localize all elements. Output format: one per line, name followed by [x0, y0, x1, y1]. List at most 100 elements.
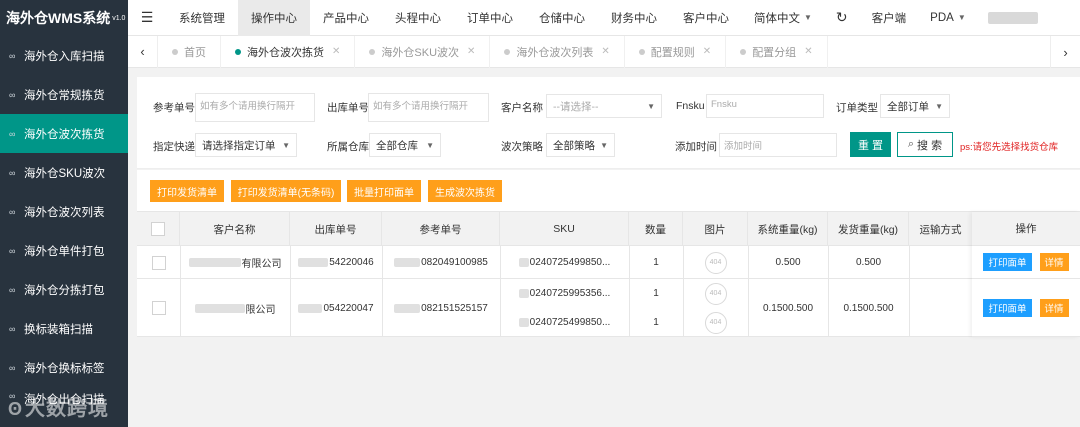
print-list-button[interactable]: 打印发货清单 — [150, 180, 224, 202]
customer-text: 有限公司 — [241, 259, 282, 270]
tab-label: 海外仓波次列表 — [516, 46, 594, 59]
close-icon[interactable]: ✕ — [601, 46, 609, 57]
express-select[interactable]: 请选择指定订单 ▼ — [195, 133, 297, 157]
grid-line — [500, 246, 501, 337]
sidebar-item-label: 海外仓波次拣货 — [24, 128, 105, 141]
ref-no-label: 参考单号 — [153, 102, 195, 114]
user-avatar[interactable] — [987, 11, 1038, 24]
add-time-label: 添加时间 — [675, 141, 717, 153]
customer-select[interactable]: --请选择-- ▼ — [546, 94, 662, 118]
link-icon: ∞ — [9, 128, 16, 139]
tab-scroll-right-icon[interactable]: › — [1050, 36, 1080, 68]
nav-item-system[interactable]: 系统管理 — [166, 0, 238, 36]
tab-home[interactable]: 首页 — [158, 35, 221, 68]
image-placeholder-icon[interactable]: 404 — [704, 282, 727, 305]
nav-item-storage[interactable]: 仓储中心 — [526, 0, 598, 36]
warehouse-label: 所属仓库 — [327, 141, 369, 153]
table-row: 限公司 054220047 082151525157 0240725995356… — [137, 279, 1080, 337]
client-link[interactable]: 客户端 — [860, 0, 919, 36]
nav-item-order[interactable]: 订单中心 — [454, 0, 526, 36]
sidebar: 海外仓WMS系统 v1.0 ∞ 海外仓入库扫描 ∞ 海外仓常规拣货 ∞ 海外仓波次拣货 … — [0, 0, 128, 427]
print-label-button[interactable]: 打印面单 — [983, 253, 1032, 271]
tab-label: 配置分组 — [752, 46, 797, 59]
language-label: 简体中文 — [754, 12, 800, 25]
link-icon: ∞ — [9, 284, 16, 295]
sidebar-item-label: 海外仓入库扫描 — [24, 50, 105, 63]
add-time-input[interactable]: 添加时间 — [719, 133, 837, 157]
nav-item-customer[interactable]: 客户中心 — [670, 0, 742, 36]
sidebar-item-wave-list[interactable]: ∞ 海外仓波次列表 — [0, 192, 128, 231]
redacted-block — [298, 258, 329, 267]
language-select[interactable]: 简体中文 ▼ — [742, 0, 824, 36]
close-icon[interactable]: ✕ — [467, 46, 475, 57]
warehouse-select[interactable]: 全部仓库 ▼ — [369, 133, 441, 157]
tab-dot-icon — [235, 48, 241, 55]
grid-line — [382, 246, 383, 337]
sidebar-item-label: 海外仓换标标签 — [24, 362, 105, 375]
sidebar-item-sku-wave[interactable]: ∞ 海外仓SKU波次 — [0, 153, 128, 192]
grid-line — [909, 246, 910, 337]
cell-qty: 1 — [653, 288, 659, 299]
tab-wave-picking[interactable]: 海外仓波次拣货 ✕ — [221, 35, 356, 68]
grid-line — [290, 246, 291, 337]
nav-item-finance[interactable]: 财务中心 — [598, 0, 670, 36]
redacted-block — [194, 303, 245, 313]
outbound-text: 054220047 — [323, 302, 374, 314]
refresh-icon[interactable]: ↻ — [824, 9, 860, 26]
sidebar-item-relabel-label[interactable]: ∞ 海外仓换标标签 — [0, 348, 128, 387]
sidebar-item-regular-picking[interactable]: ∞ 海外仓常规拣货 — [0, 75, 128, 114]
sku-text: 0240725499850... — [529, 257, 611, 268]
tab-config-rules[interactable]: 配置规则 ✕ — [625, 35, 727, 68]
reset-button[interactable]: 重 置 — [850, 132, 891, 157]
sidebar-item-single-pack[interactable]: ∞ 海外仓单件打包 — [0, 231, 128, 270]
nav-item-operation[interactable]: 操作中心 — [238, 0, 310, 36]
close-icon[interactable]: ✕ — [332, 46, 340, 57]
row-checkbox[interactable] — [151, 255, 166, 270]
col-sku: SKU — [500, 212, 629, 246]
search-button[interactable]: ⌕ 搜 索 — [897, 132, 953, 157]
tab-scroll-left-icon[interactable]: ‹ — [128, 35, 158, 68]
redacted-block — [298, 303, 323, 313]
cell-ref: 082049100985 — [382, 246, 500, 279]
ref-no-input[interactable]: 如有多个请用换行隔开 — [195, 93, 315, 122]
outbound-no-input[interactable]: 如有多个请用换行隔开 — [368, 93, 489, 122]
print-label-button[interactable]: 打印面单 — [983, 298, 1032, 317]
nav-item-firstleg[interactable]: 头程中心 — [382, 0, 454, 36]
table-header: 客户名称 出库单号 参考单号 SKU 数量 图片 系统重量(kg) 发货重量(k… — [137, 212, 1080, 246]
chevron-down-icon: ▼ — [600, 140, 608, 150]
order-type-value: 全部订单 — [887, 100, 929, 113]
sku-text: 0240725995356... — [529, 288, 611, 299]
detail-button[interactable]: 详情 — [1039, 298, 1069, 317]
tab-dot-icon — [172, 48, 178, 55]
print-list-nobarcode-button[interactable]: 打印发货清单(无条码) — [231, 180, 341, 202]
menu-toggle-icon[interactable]: ☰ — [128, 9, 166, 26]
sidebar-item-wave-picking[interactable]: ∞ 海外仓波次拣货 — [0, 114, 128, 153]
customer-label: 客户名称 — [501, 102, 543, 114]
tab-sku-wave[interactable]: 海外仓SKU波次 ✕ — [355, 35, 491, 68]
sidebar-item-relabel-scan[interactable]: ∞ 换标装箱扫描 — [0, 309, 128, 348]
close-icon[interactable]: ✕ — [804, 46, 812, 57]
grid-line — [629, 246, 630, 337]
generate-wave-button[interactable]: 生成波次拣货 — [428, 180, 502, 202]
tab-config-groups[interactable]: 配置分组 ✕ — [726, 35, 828, 68]
cell-qty: 1 — [653, 257, 659, 268]
image-placeholder-icon[interactable]: 404 — [704, 311, 727, 334]
select-all-checkbox[interactable] — [151, 222, 165, 236]
strategy-select[interactable]: 全部策略 ▼ — [546, 133, 615, 157]
image-placeholder-icon[interactable]: 404 — [704, 251, 727, 274]
watermark: ʘ 大数跨境 — [8, 392, 109, 421]
row-checkbox[interactable] — [151, 301, 166, 315]
order-type-select[interactable]: 全部订单 ▼ — [880, 94, 950, 118]
detail-button[interactable]: 详情 — [1039, 253, 1069, 271]
close-icon[interactable]: ✕ — [703, 46, 711, 57]
sidebar-item-inbound-scan[interactable]: ∞ 海外仓入库扫描 — [0, 36, 128, 75]
tab-wave-list[interactable]: 海外仓波次列表 ✕ — [490, 35, 625, 68]
grid-line — [748, 246, 749, 337]
nav-item-product[interactable]: 产品中心 — [310, 0, 382, 36]
watermark-logo-icon: ʘ — [8, 399, 24, 419]
pda-menu[interactable]: PDA ▼ — [918, 0, 978, 36]
redacted-block — [518, 289, 529, 298]
batch-print-label-button[interactable]: 批量打印面单 — [347, 180, 421, 202]
sidebar-item-sort-pack[interactable]: ∞ 海外仓分拣打包 — [0, 270, 128, 309]
fnsku-input[interactable]: Fnsku — [706, 94, 824, 118]
